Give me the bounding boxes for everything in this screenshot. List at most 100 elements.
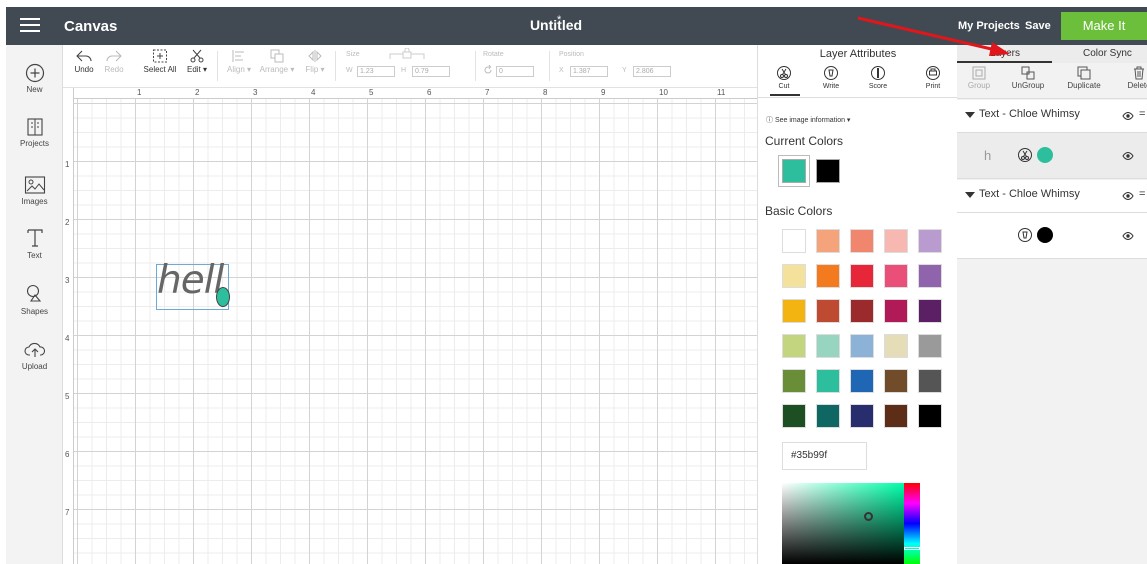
basic-color-swatch[interactable] (816, 369, 840, 393)
basic-color-swatch[interactable] (918, 264, 942, 288)
x-position-input[interactable]: 1.387 (570, 66, 608, 77)
eye-icon[interactable] (1122, 110, 1134, 122)
tab-layers[interactable]: Layers (990, 48, 1020, 59)
cut-button[interactable]: Cut (764, 65, 804, 90)
design-canvas[interactable]: 1 2 3 4 5 6 7 8 9 10 11 1234567 hell (63, 88, 757, 564)
basic-color-swatch[interactable] (850, 369, 874, 393)
basic-color-swatch[interactable] (850, 229, 874, 253)
x-label: X (559, 67, 564, 74)
color-picker-handle[interactable] (864, 512, 873, 521)
basic-color-swatch[interactable] (884, 264, 908, 288)
document-title[interactable]: Untitled (6, 17, 1106, 33)
hue-slider-handle[interactable] (904, 547, 920, 550)
write-button[interactable]: Write (811, 65, 851, 90)
basic-color-swatch[interactable] (816, 334, 840, 358)
height-input[interactable]: 0.79 (412, 66, 450, 77)
sidebar-item-images[interactable]: Images (6, 175, 63, 206)
basic-color-swatch[interactable] (816, 404, 840, 428)
ruler-tick-label: 5 (65, 392, 70, 401)
basic-color-swatch[interactable] (782, 369, 806, 393)
basic-color-swatch[interactable] (816, 264, 840, 288)
ruler-tick-label: 6 (65, 450, 70, 459)
eye-icon[interactable] (1122, 230, 1134, 242)
basic-color-swatch[interactable] (918, 369, 942, 393)
score-button[interactable]: Score (858, 65, 898, 90)
basic-color-swatch[interactable] (850, 264, 874, 288)
select-all-button[interactable]: Select All (141, 49, 179, 74)
ruler-vertical: 1 2 3 4 5 6 7 (63, 88, 74, 564)
duplicate-button[interactable]: Duplicate (1060, 66, 1108, 90)
save-button[interactable]: Save (1025, 20, 1051, 32)
basic-color-swatch[interactable] (782, 229, 806, 253)
tab-color-sync[interactable]: Color Sync (1083, 48, 1132, 59)
layer-color-dot[interactable] (1037, 147, 1053, 163)
basic-color-swatch[interactable] (918, 404, 942, 428)
layer-child-row[interactable]: h (957, 133, 1147, 179)
hex-color-input[interactable]: #35b99f (782, 442, 867, 470)
image-information-toggle[interactable]: ⓘ See image information ▾ (766, 115, 850, 125)
selected-text-object[interactable]: hell (156, 258, 230, 310)
y-position-input[interactable]: 2.806 (633, 66, 671, 77)
make-it-button[interactable]: Make It (1061, 12, 1147, 40)
projects-icon (26, 118, 43, 136)
hue-slider[interactable] (904, 483, 920, 564)
basic-color-swatch[interactable] (782, 299, 806, 323)
undo-icon (76, 50, 92, 62)
sidebar-item-upload[interactable]: Upload (6, 340, 63, 371)
basic-color-swatch[interactable] (850, 299, 874, 323)
text-icon (26, 229, 43, 247)
undo-label: Undo (74, 65, 94, 74)
sidebar-item-shapes[interactable]: Shapes (6, 283, 63, 316)
basic-color-swatch[interactable] (918, 334, 942, 358)
basic-color-swatch[interactable] (884, 229, 908, 253)
sidebar-item-projects[interactable]: Projects (6, 117, 63, 148)
collapse-triangle-icon[interactable] (965, 112, 975, 118)
basic-color-swatch[interactable] (850, 334, 874, 358)
basic-color-swatch[interactable] (918, 299, 942, 323)
basic-color-swatch[interactable] (816, 229, 840, 253)
layer-color-dot[interactable] (1037, 227, 1053, 243)
undo-button[interactable]: Undo (73, 49, 95, 74)
align-menu-button[interactable]: Align ▾ (223, 49, 255, 74)
drag-handle-icon[interactable]: = (1139, 188, 1145, 200)
eye-icon[interactable] (1122, 190, 1134, 202)
basic-color-swatch[interactable] (884, 334, 908, 358)
layer-child-row[interactable] (957, 213, 1147, 259)
width-input[interactable]: 1.23 (357, 66, 395, 77)
my-projects-link[interactable]: My Projects (958, 20, 1020, 32)
layer-group-row[interactable]: Text - Chloe Whimsy = (957, 180, 1147, 213)
layer-group-row[interactable]: Text - Chloe Whimsy = (957, 100, 1147, 133)
sidebar-item-new[interactable]: New (6, 63, 63, 94)
rotate-input[interactable]: 0 (496, 66, 534, 77)
arrange-menu-button[interactable]: Arrange ▾ (258, 49, 296, 74)
basic-color-swatch[interactable] (884, 369, 908, 393)
basic-color-swatch[interactable] (782, 404, 806, 428)
ruler-tick-label: 2 (65, 218, 70, 227)
basic-color-swatch[interactable] (816, 299, 840, 323)
current-color-swatch[interactable] (816, 159, 840, 183)
redo-button[interactable]: Redo (103, 49, 125, 74)
basic-color-swatch[interactable] (884, 299, 908, 323)
print-button[interactable]: Print (913, 65, 953, 90)
basic-color-swatch[interactable] (850, 404, 874, 428)
edit-menu-button[interactable]: Edit ▾ (184, 49, 210, 74)
drag-handle-icon[interactable]: = (1139, 108, 1145, 120)
ruler-tick-label: 5 (369, 88, 374, 97)
group-button[interactable]: Group (961, 66, 997, 90)
basic-color-swatch[interactable] (782, 264, 806, 288)
basic-color-swatch[interactable] (782, 334, 806, 358)
rotate-icon (484, 65, 492, 74)
ungroup-button[interactable]: UnGroup (1005, 66, 1051, 90)
flip-menu-button[interactable]: Flip ▾ (301, 49, 329, 74)
upload-cloud-icon (23, 342, 45, 357)
basic-color-swatch[interactable] (884, 404, 908, 428)
collapse-triangle-icon[interactable] (965, 192, 975, 198)
height-label: H (401, 67, 407, 74)
sidebar-item-text[interactable]: Text (6, 227, 63, 260)
eye-icon[interactable] (1122, 150, 1134, 162)
delete-button[interactable]: Delete (1119, 66, 1147, 90)
layer-actions-bar: Group UnGroup Duplicate Delete (957, 63, 1147, 99)
current-color-swatch[interactable] (782, 159, 806, 183)
color-picker-area[interactable] (782, 483, 904, 564)
basic-color-swatch[interactable] (918, 229, 942, 253)
